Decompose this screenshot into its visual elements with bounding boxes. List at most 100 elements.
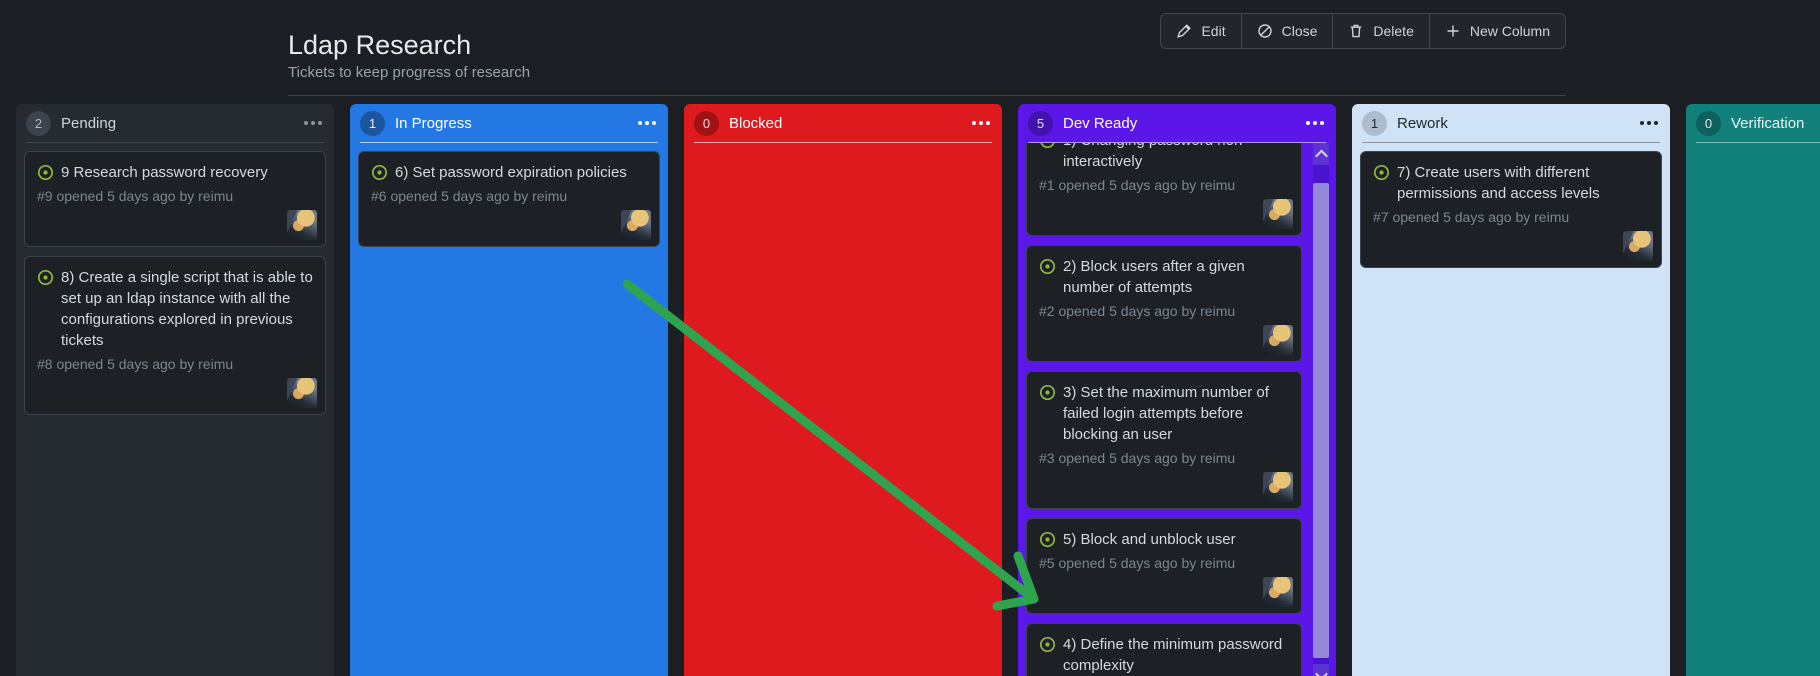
card[interactable]: 3) Set the maximum number of failed logi… (1026, 371, 1302, 509)
card-meta: #1 opened 5 days ago by reimu (1039, 177, 1236, 193)
card-meta: #9 opened 5 days ago by reimu (37, 188, 234, 204)
issue-open-icon (37, 269, 54, 286)
board-toolbar: Edit Close Delete New Column (1160, 13, 1566, 49)
card[interactable]: 4) Define the minimum password complexit… (1026, 623, 1302, 676)
card-title: 2) Block users after a given number of a… (1039, 256, 1289, 298)
scrollbar-thumb[interactable] (1313, 183, 1329, 658)
avatar (1623, 231, 1653, 261)
card[interactable]: 6) Set password expiration policies #6 op… (358, 151, 660, 247)
scroll-down-button[interactable] (1313, 664, 1329, 676)
issue-open-icon (1040, 143, 1055, 149)
close-button-label: Close (1281, 23, 1318, 39)
card-meta: #3 opened 5 days ago by reimu (1039, 450, 1236, 466)
column-cards: 9 Research password recovery #9 opened 5 … (16, 143, 334, 676)
issue-open-icon (1039, 531, 1056, 548)
card-title: 9 Research password recovery (37, 162, 313, 183)
plus-icon (1447, 25, 1459, 37)
trash-icon (1351, 24, 1362, 38)
card-title: 3) Set the maximum number of failed logi… (1039, 382, 1289, 445)
card-meta: #8 opened 5 days ago by reimu (37, 356, 234, 372)
chevron-down-icon (1314, 667, 1328, 676)
card-meta: #2 opened 5 days ago by reimu (1039, 303, 1236, 319)
count-badge: 1 (1362, 110, 1387, 136)
card-title: 8) Create a single script that is able t… (37, 267, 313, 351)
column-rework: 1 Rework 7) Create users with different p… (1352, 104, 1670, 676)
count-badge: 2 (26, 110, 51, 136)
card-title: 7) Create users with different permissio… (1373, 162, 1649, 204)
column-dev-ready: 5 Dev Ready 1) Changing password non inte… (1018, 104, 1336, 676)
column-menu-icon[interactable] (1304, 116, 1326, 130)
issue-open-icon (37, 164, 54, 181)
column-header-pending: 2 Pending (16, 104, 334, 142)
column-blocked: 0 Blocked (684, 104, 1002, 676)
issue-open-icon (1039, 258, 1056, 275)
card[interactable]: 5) Block and unblock user #5 opened 5 day… (1026, 518, 1302, 614)
edit-button[interactable]: Edit (1161, 14, 1240, 48)
column-menu-icon[interactable] (970, 116, 992, 130)
card[interactable]: 7) Create users with different permissio… (1360, 151, 1662, 268)
card[interactable]: 8) Create a single script that is able t… (24, 256, 326, 415)
chevron-up-icon (1314, 149, 1328, 162)
card-meta: #7 opened 5 days ago by reimu (1373, 209, 1570, 225)
issue-open-icon (1373, 164, 1390, 181)
column-header-rework: 1 Rework (1352, 104, 1670, 142)
card-title: 4) Define the minimum password complexit… (1039, 634, 1289, 676)
avatar (287, 210, 317, 240)
new-column-button[interactable]: New Column (1428, 14, 1565, 48)
column-cards: 6) Set password expiration policies #6 op… (350, 143, 668, 676)
column-cards (684, 143, 1002, 676)
close-button[interactable]: Close (1240, 14, 1333, 48)
issue-open-icon (1039, 636, 1056, 653)
column-title: Dev Ready (1063, 114, 1138, 132)
count-badge: 5 (1028, 110, 1053, 136)
delete-button[interactable]: Delete (1332, 14, 1428, 48)
card-meta: #6 opened 5 days ago by reimu (371, 188, 568, 204)
avatar (287, 378, 317, 408)
column-cards (1686, 143, 1820, 676)
count-badge: 0 (694, 110, 719, 136)
columns-container: 2 Pending 9 Research password recovery #9 … (16, 104, 1820, 676)
column-header-in-progress: 1 In Progress (350, 104, 668, 142)
issue-open-icon (1039, 384, 1056, 401)
scroll-up-button[interactable] (1313, 143, 1329, 165)
card[interactable]: 9 Research password recovery #9 opened 5 … (24, 151, 326, 247)
column-title: Rework (1397, 114, 1448, 132)
project-board-page: Ldap Research Tickets to keep progress o… (0, 0, 1820, 676)
column-cards: 1) Changing password non interactively #1… (1018, 143, 1336, 676)
avatar (1263, 577, 1293, 607)
avatar (1263, 472, 1293, 502)
column-scrollbar[interactable] (1313, 143, 1329, 676)
card-meta: #5 opened 5 days ago by reimu (1039, 555, 1236, 571)
column-verification: 0 Verification (1686, 104, 1820, 676)
new-column-button-label: New Column (1469, 23, 1550, 39)
card[interactable]: 2) Block users after a given number of a… (1026, 245, 1302, 362)
edit-button-label: Edit (1201, 23, 1226, 39)
column-title: In Progress (395, 114, 472, 132)
column-title: Blocked (729, 114, 783, 132)
card-title: 5) Block and unblock user (1039, 529, 1289, 550)
board-description: Tickets to keep progress of research (288, 64, 531, 81)
card-title: 1) Changing password non interactively (1039, 143, 1289, 172)
column-in-progress: 1 In Progress 6) Set password expiration … (350, 104, 668, 676)
page-title: Ldap Research (288, 30, 472, 61)
column-cards: 7) Create users with different permissio… (1352, 143, 1670, 676)
issue-open-icon (371, 164, 388, 181)
avatar (1263, 199, 1293, 229)
column-menu-icon[interactable] (302, 116, 324, 130)
count-badge: 1 (360, 110, 385, 136)
header-divider (288, 95, 1566, 96)
avatar (621, 210, 651, 240)
column-title: Verification (1731, 114, 1805, 132)
pencil-icon (1177, 24, 1192, 38)
column-header-blocked: 0 Blocked (684, 104, 1002, 142)
card-title: 6) Set password expiration policies (371, 162, 647, 183)
column-menu-icon[interactable] (636, 116, 658, 130)
circle-slash-icon (1257, 24, 1272, 38)
delete-button-label: Delete (1373, 23, 1414, 39)
avatar (1263, 325, 1293, 355)
card[interactable]: 1) Changing password non interactively #1… (1026, 143, 1302, 236)
column-pending: 2 Pending 9 Research password recovery #9 … (16, 104, 334, 676)
count-badge: 0 (1696, 110, 1721, 136)
column-header-verification: 0 Verification (1686, 104, 1820, 142)
column-menu-icon[interactable] (1638, 116, 1660, 130)
